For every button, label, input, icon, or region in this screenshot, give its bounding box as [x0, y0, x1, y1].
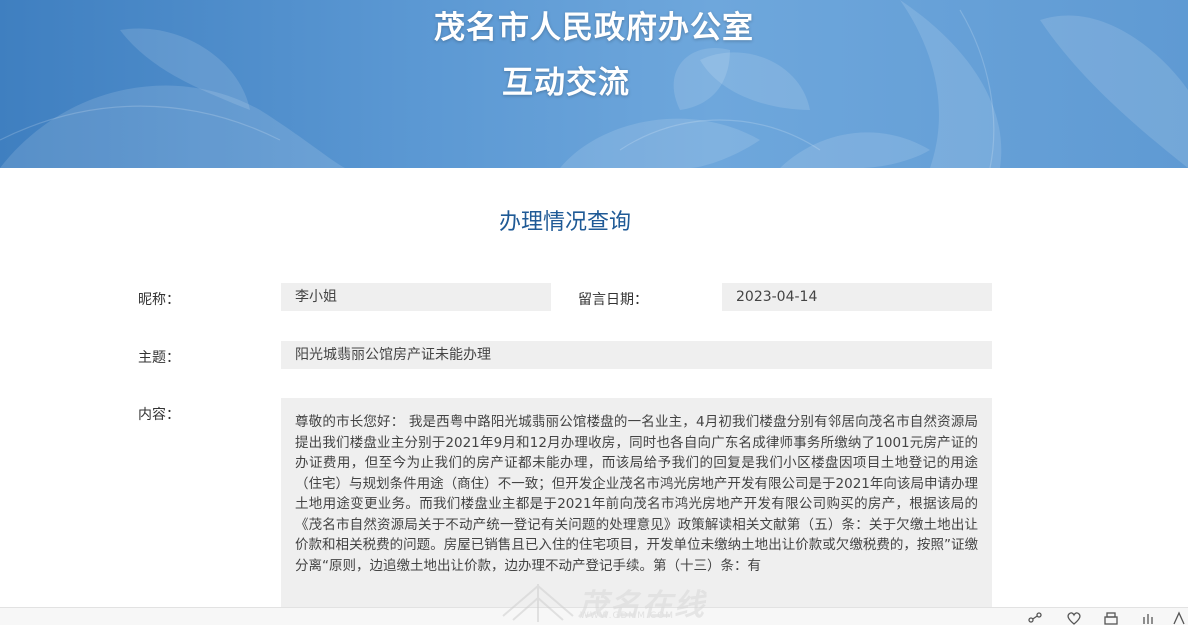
- watermark-star-icon: [502, 584, 574, 622]
- nickname-label: 昵称：: [138, 292, 180, 308]
- print-icon[interactable]: [1103, 610, 1119, 625]
- watermark-url: WWW.GDMM.COM: [580, 611, 674, 621]
- header-banner: 茂名市人民政府办公室 互动交流: [0, 0, 1188, 168]
- font-icon[interactable]: [1172, 610, 1186, 625]
- content-label: 内容：: [138, 407, 180, 423]
- subject-field: 阳光城翡丽公馆房产证未能办理: [281, 341, 992, 369]
- share-icon[interactable]: [1027, 610, 1043, 624]
- audio-icon[interactable]: [1141, 610, 1157, 624]
- site-title: 茂名市人民政府办公室: [434, 10, 754, 46]
- watermark-logo: 茂名在线 WWW.GDMM.COM: [498, 580, 708, 624]
- date-label: 留言日期：: [578, 292, 648, 308]
- subject-label: 主题：: [138, 350, 180, 366]
- nickname-field: 李小姐: [281, 283, 551, 311]
- date-field: 2023-04-14: [722, 283, 992, 311]
- favorite-icon[interactable]: [1066, 610, 1082, 625]
- page-title: 办理情况查询: [498, 210, 631, 235]
- section-title: 互动交流: [502, 65, 630, 101]
